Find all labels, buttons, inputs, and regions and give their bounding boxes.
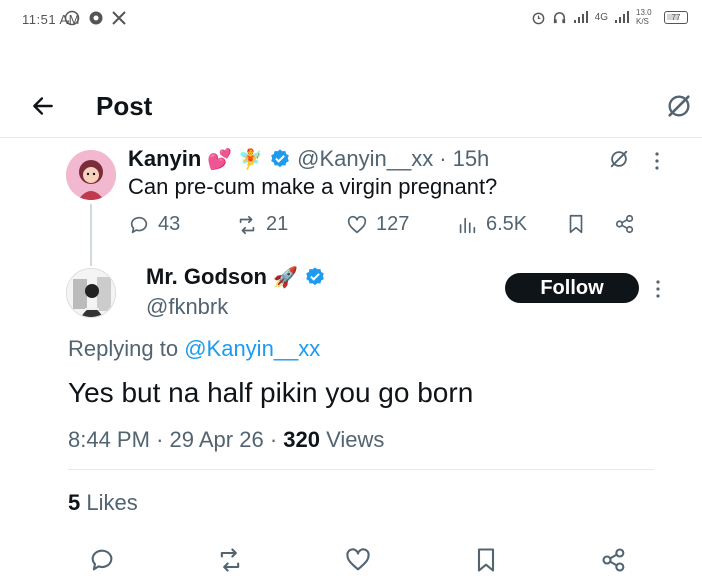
tweet-meta: 8:44 PM · 29 Apr 26 · 320 Views — [68, 427, 384, 453]
repost-icon — [220, 548, 240, 572]
like-count: 127 — [376, 213, 410, 235]
parent-author-handle[interactable]: @Kanyin__xx — [297, 146, 433, 172]
tweet-time: 8:44 PM — [68, 427, 150, 452]
avatar-photo — [67, 269, 115, 317]
reply-button[interactable] — [88, 546, 116, 574]
main-author-name[interactable]: Mr. Godson — [146, 264, 267, 290]
more-icon[interactable] — [652, 150, 662, 172]
parent-author-name[interactable]: Kanyin — [128, 146, 201, 172]
views-button[interactable]: 6.5K — [456, 213, 527, 236]
tweet-views-label: Views — [326, 427, 385, 452]
app-notification-icon — [89, 11, 103, 25]
bookmark-icon — [569, 214, 583, 234]
main-author-name-row: Mr. Godson 🚀 — [146, 264, 326, 290]
avatar-illustration — [66, 150, 116, 200]
whatsapp-icon — [64, 10, 80, 26]
alarm-icon — [532, 12, 545, 24]
bookmark-button[interactable] — [565, 213, 587, 235]
reply-count: 43 — [158, 213, 181, 235]
repost-icon — [239, 215, 255, 234]
status-right-icons: 4G 13.0 K/S 77 — [531, 8, 688, 26]
main-author-handle[interactable]: @fknbrk — [146, 294, 228, 320]
repost-count: 21 — [266, 213, 289, 235]
tweet-text: Yes but na half pikin you go born — [68, 377, 474, 408]
share-icon — [615, 214, 634, 234]
share-icon — [602, 548, 625, 572]
battery-icon: 77 — [664, 10, 688, 24]
x-logo-icon — [112, 11, 126, 25]
divider — [68, 469, 654, 470]
parent-header: Kanyin 💕 🧚 @Kanyin__xx · 15h — [128, 146, 489, 172]
top-bar: Post — [0, 76, 702, 138]
tweet-date: 29 Apr 26 — [169, 427, 264, 452]
thread-line — [90, 204, 92, 266]
tweet-action-bar — [0, 546, 702, 580]
parent-avatar[interactable] — [66, 150, 116, 200]
bookmark-icon — [477, 548, 495, 572]
share-button[interactable] — [600, 546, 628, 574]
like-icon — [346, 548, 370, 571]
grok-icon[interactable] — [608, 148, 630, 170]
status-bar: 11:51 AM 4G 13.0 K/S 77 — [0, 0, 702, 40]
replying-mention-link[interactable]: @Kanyin__xx — [184, 336, 320, 361]
tweet-views-count[interactable]: 320 — [283, 427, 320, 452]
headphones-icon — [553, 11, 565, 23]
parent-post-age: 15h — [452, 146, 490, 171]
network-type: 4G — [594, 11, 608, 23]
likes-label: Likes — [86, 490, 138, 515]
replying-prefix: Replying to — [68, 336, 179, 361]
signal-icon-2 — [615, 11, 629, 23]
like-icon — [347, 215, 367, 233]
reply-icon — [91, 549, 113, 571]
meta-separator: · — [156, 427, 164, 452]
hearts-emoji: 💕 — [207, 148, 233, 171]
signal-icon — [573, 11, 588, 23]
parent-separator: · — [439, 146, 447, 171]
more-icon[interactable] — [653, 278, 663, 300]
views-icon — [459, 217, 476, 233]
replying-to: Replying to @Kanyin__xx — [68, 336, 320, 362]
repost-button[interactable]: 21 — [236, 213, 288, 236]
reply-button[interactable]: 43 — [128, 213, 180, 236]
rocket-emoji: 🚀 — [273, 266, 298, 289]
parent-tweet-text: Can pre-cum make a virgin pregnant? — [128, 174, 498, 199]
reply-icon — [130, 216, 148, 233]
battery-level: 77 — [671, 12, 681, 22]
verified-badge-icon — [271, 149, 289, 168]
network-speed: 13.0 K/S — [636, 8, 652, 26]
likes-summary[interactable]: 5 Likes — [68, 490, 138, 516]
fairy-emoji: 🧚 — [238, 148, 264, 171]
grok-icon[interactable] — [665, 92, 693, 120]
status-left-icons — [64, 10, 126, 26]
views-count: 6.5K — [486, 213, 528, 235]
like-button[interactable] — [344, 546, 372, 574]
bookmark-button[interactable] — [472, 546, 500, 574]
page-title: Post — [96, 91, 153, 121]
repost-button[interactable] — [216, 546, 244, 574]
parent-action-bar: 43 21 127 6.5K — [128, 213, 648, 239]
meta-separator: · — [269, 427, 278, 452]
verified-badge-icon — [306, 267, 324, 286]
back-arrow-icon[interactable] — [30, 93, 56, 119]
follow-button[interactable]: Follow — [505, 273, 639, 303]
share-button[interactable] — [614, 213, 636, 235]
main-avatar[interactable] — [66, 268, 116, 318]
likes-count: 5 — [68, 490, 81, 515]
like-button[interactable]: 127 — [346, 213, 409, 236]
